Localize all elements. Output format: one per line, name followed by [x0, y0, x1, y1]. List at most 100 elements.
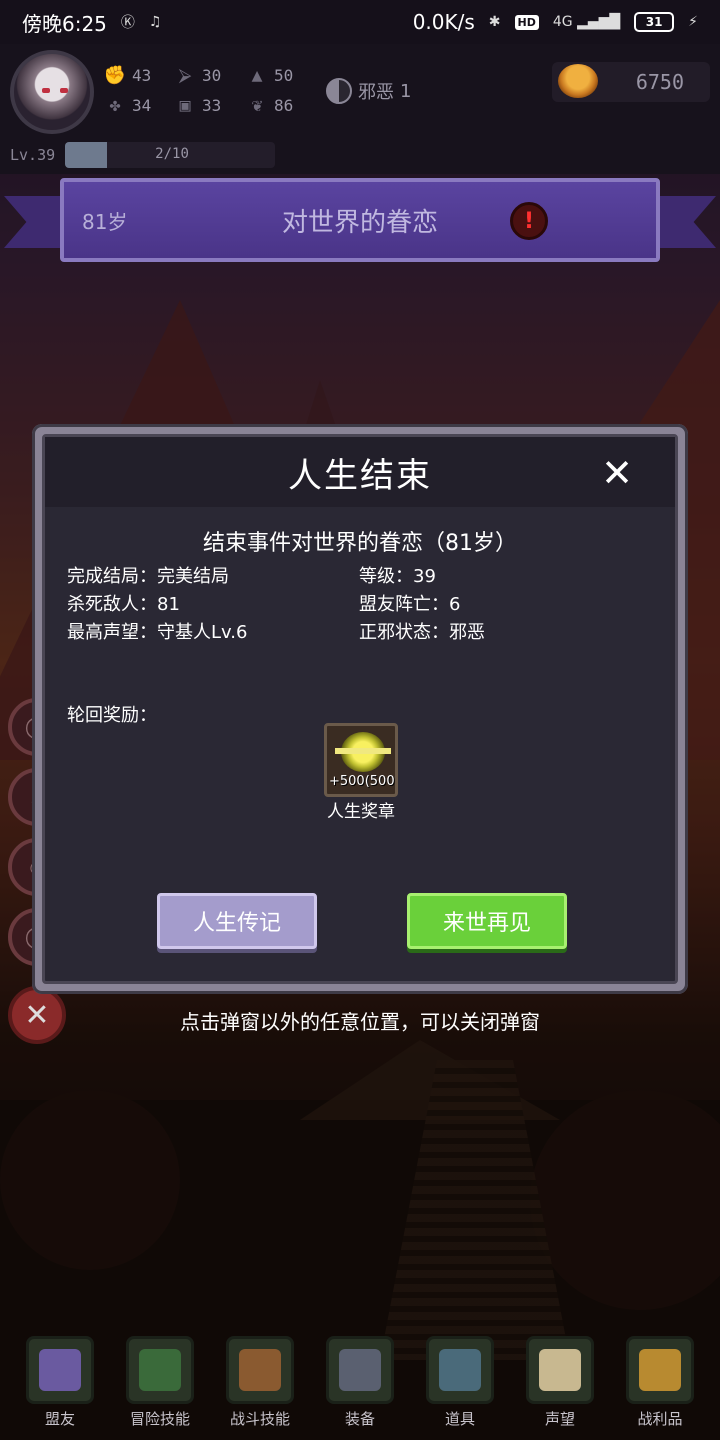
event-title: 对世界的眷恋 — [281, 207, 438, 238]
network-speed: 0.0K/s — [412, 10, 475, 34]
yin-yang-icon — [326, 78, 352, 104]
nav-battle-skills[interactable]: 战斗技能 — [216, 1336, 304, 1429]
nav-label: 声望 — [544, 1410, 575, 1428]
nav-label: 装备 — [344, 1410, 375, 1428]
fist-icon: ✊ — [103, 64, 127, 86]
close-hint: 点击弹窗以外的任意位置，可以关闭弹窗 — [180, 1010, 540, 1034]
xp-text: 2/10 — [155, 146, 189, 162]
life-end-dialog: 人生结束 ✕ 结束事件对世界的眷恋（81岁） 完成结局：完美结局 杀死敌人：81… — [32, 424, 688, 994]
nav-glyph — [239, 1349, 281, 1391]
dialog-header: 人生结束 — [45, 437, 675, 507]
player-level: Lv.39 — [10, 146, 56, 164]
treasure-chest-icon — [626, 1336, 694, 1404]
clock: 傍晚6:25 — [22, 11, 107, 36]
wizard-hat-icon: ▲ — [251, 64, 263, 86]
summary-alignment: 正邪状态：邪恶 — [359, 622, 485, 643]
avatar-eye-left — [42, 88, 50, 93]
biography-button-label: 人生传记 — [192, 911, 281, 936]
nav-glyph — [439, 1349, 481, 1391]
reward-icon-frame: +500(500 — [324, 723, 398, 797]
alignment-label: 邪恶 — [358, 82, 394, 103]
nav-reputation[interactable]: 声望 — [516, 1336, 604, 1429]
gold-counter[interactable]: 6750 — [552, 62, 710, 102]
stat-constitution: ▣ 33 — [174, 94, 222, 116]
stat-spirit: ❦ 86 — [246, 94, 294, 116]
nav-glyph — [139, 1349, 181, 1391]
nav-adventure-skills[interactable]: 冒险技能 — [116, 1336, 204, 1429]
nav-allies[interactable]: 盟友 — [16, 1336, 104, 1429]
next-life-button[interactable]: 来世再见 — [407, 893, 567, 949]
stat-value: 34 — [132, 95, 152, 115]
stat-intelligence: ▲ 50 — [246, 64, 294, 86]
gold-coin-icon — [558, 64, 598, 98]
nav-glyph — [639, 1349, 681, 1391]
summary-level: 等级：39 — [359, 566, 436, 587]
status-bar: 傍晚6:25 Ⓚ ♫ 0.0K/s ✱ HD 4G ▂▄▆█ 31 ⚡ — [0, 0, 720, 44]
reward-name: 人生奖章 — [327, 802, 395, 822]
warning-mark: ! — [523, 208, 535, 234]
summary-allies-lost: 盟友阵亡：6 — [359, 594, 461, 615]
backpack-icon — [226, 1336, 294, 1404]
swords-icon — [326, 1336, 394, 1404]
level-row: Lv.39 2/10 — [10, 142, 276, 168]
boot-icon: ⮚ — [178, 64, 192, 86]
close-button[interactable]: ✕ — [595, 451, 639, 495]
bluetooth-icon: ✱ — [488, 14, 501, 30]
stat-value: 43 — [132, 65, 152, 85]
reward-label: 轮回奖励： — [67, 705, 157, 726]
gold-amount: 6750 — [635, 70, 684, 94]
xp-bar: 2/10 — [65, 142, 276, 168]
clover-icon: ✤ — [109, 94, 121, 116]
summary-left-column: 完成结局：完美结局 杀死敌人：81 最高声望：守基人Lv.6 — [67, 563, 247, 647]
stat-value: 33 — [202, 95, 222, 115]
dialog-body: 人生结束 ✕ 结束事件对世界的眷恋（81岁） 完成结局：完美结局 杀死敌人：81… — [42, 434, 678, 984]
nav-glyph — [339, 1349, 381, 1391]
nav-label: 战斗技能 — [229, 1410, 290, 1428]
summary-ending: 完成结局：完美结局 — [67, 566, 229, 587]
stat-agility: ⮚ 30 — [174, 64, 222, 86]
network-type: 4G — [552, 14, 573, 30]
alignment-status: 邪恶 1 — [326, 78, 411, 104]
stat-value: 86 — [274, 95, 294, 115]
reward-item[interactable]: +500(500 人生奖章 — [321, 723, 401, 822]
nav-label: 道具 — [444, 1410, 475, 1428]
summary-right-column: 等级：39 盟友阵亡：6 正邪状态：邪恶 — [359, 563, 485, 647]
nav-label: 战利品 — [637, 1410, 683, 1428]
nav-label: 冒险技能 — [129, 1410, 190, 1428]
battery-level: 31 — [645, 15, 663, 29]
xp-bar-fill — [65, 142, 108, 168]
battery-icon: 31 — [634, 12, 675, 32]
summary-reputation: 最高声望：守基人Lv.6 — [67, 622, 248, 643]
nav-glyph — [539, 1349, 581, 1391]
nav-equipment[interactable]: 装备 — [316, 1336, 404, 1429]
nav-glyph — [39, 1349, 81, 1391]
warning-icon[interactable]: ! — [510, 202, 548, 240]
chest-icon: ▣ — [179, 94, 191, 116]
nav-items[interactable]: 道具 — [416, 1336, 504, 1429]
ally-icon — [26, 1336, 94, 1404]
reward-quantity: +500(500 — [329, 774, 395, 789]
summary-kills: 杀死敌人：81 — [67, 594, 180, 615]
medal-bar — [335, 748, 391, 754]
nav-loot[interactable]: 战利品 — [616, 1336, 704, 1429]
avatar[interactable] — [10, 50, 94, 134]
alignment-value: 1 — [400, 80, 412, 102]
biography-button[interactable]: 人生传记 — [157, 893, 317, 949]
nav-label: 盟友 — [44, 1410, 75, 1428]
book-icon — [126, 1336, 194, 1404]
notification-bell-icon: ♫ — [148, 14, 162, 30]
charging-icon: ⚡ — [688, 14, 698, 30]
stat-strength: ✊ 43 — [104, 64, 151, 86]
dialog-subtitle: 结束事件对世界的眷恋（81岁） — [203, 531, 517, 556]
pouch-icon — [426, 1336, 494, 1404]
scroll-icon — [526, 1336, 594, 1404]
dialog-title: 人生结束 — [288, 455, 432, 496]
event-banner: 81岁 对世界的眷恋 ! — [60, 178, 660, 262]
lotus-icon: ❦ — [251, 94, 263, 116]
stat-value: 30 — [202, 65, 222, 85]
bottom-nav: 盟友 冒险技能 战斗技能 装备 道具 声望 战利品 — [0, 1330, 720, 1440]
notification-k-icon: Ⓚ — [120, 15, 135, 31]
next-life-button-label: 来世再见 — [442, 911, 531, 936]
hd-badge: HD — [514, 14, 539, 30]
player-header: ✊ 43 ✤ 34 ⮚ 30 ▣ 33 ▲ 50 ❦ 86 邪恶 1 6750 … — [0, 44, 720, 174]
